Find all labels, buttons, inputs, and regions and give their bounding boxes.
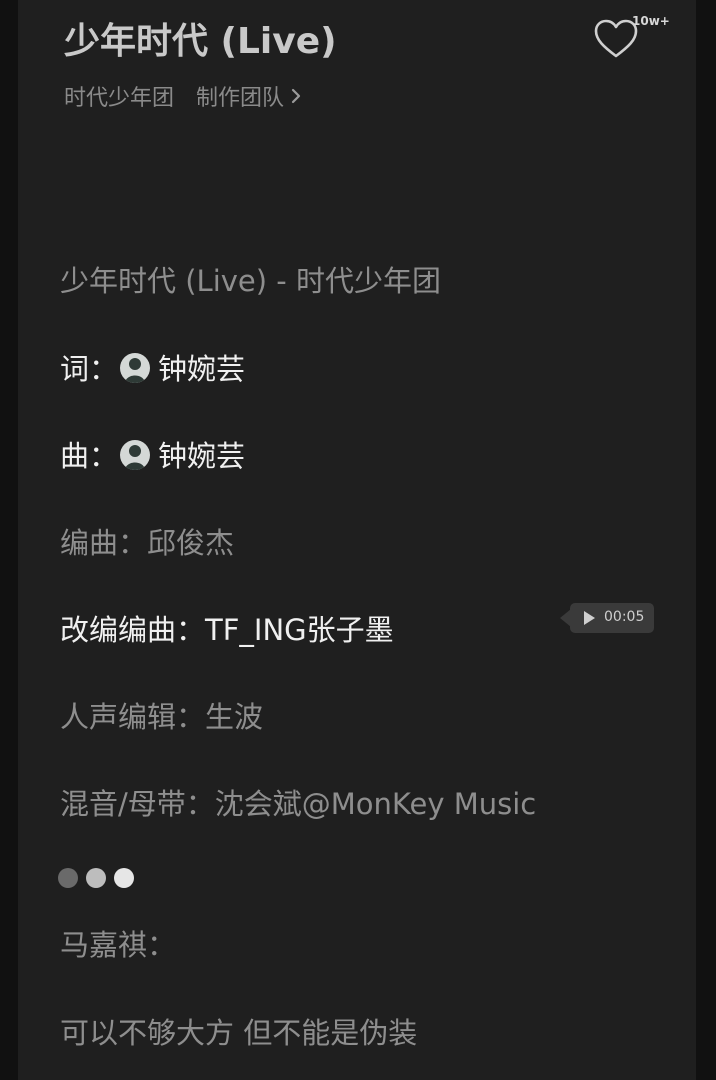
audio-duration: 00:05 (604, 609, 645, 625)
lyricist-label: 词： (60, 352, 119, 386)
play-icon (584, 611, 595, 625)
lyricist-row: 词： 钟婉芸 (60, 346, 245, 388)
artist-link[interactable]: 时代少年团 (64, 86, 174, 111)
like-button[interactable]: 10w+ (590, 14, 680, 70)
song-subline: 时代少年团 制作团队 (64, 80, 302, 112)
like-count: 10w+ (632, 14, 670, 28)
song-title: 少年时代 (Live) (64, 21, 337, 62)
singer-label: 马嘉祺： (60, 928, 177, 962)
chevron-right-icon (290, 86, 302, 111)
lyricist-name[interactable]: 钟婉芸 (158, 352, 245, 386)
song-credit-line: 少年时代 (Live) - 时代少年团 (60, 264, 441, 298)
arranger-line: 编曲：邱俊杰 (60, 526, 235, 560)
dot-icon (58, 868, 78, 888)
composer-label: 曲： (60, 439, 119, 473)
production-team-link[interactable]: 制作团队 (196, 86, 302, 111)
composer-name[interactable]: 钟婉芸 (158, 439, 245, 473)
avatar[interactable] (120, 353, 151, 383)
three-dots-indicator (58, 868, 138, 890)
dot-icon (114, 868, 134, 888)
production-team-label: 制作团队 (196, 86, 285, 111)
audio-preview-chip[interactable]: 00:05 (560, 603, 654, 633)
mixing-mastering-line: 混音/母带：沈会斌@MonKey Music (60, 787, 537, 821)
lyric-line: 可以不够大方 但不能是伪装 (60, 1016, 418, 1050)
dot-icon (86, 868, 106, 888)
rearranger-line: 改编编曲：TF_ING张子墨 (60, 613, 394, 647)
avatar[interactable] (120, 440, 151, 470)
vocal-editor-line: 人声编辑：生波 (60, 700, 264, 734)
composer-row: 曲： 钟婉芸 (60, 433, 245, 475)
